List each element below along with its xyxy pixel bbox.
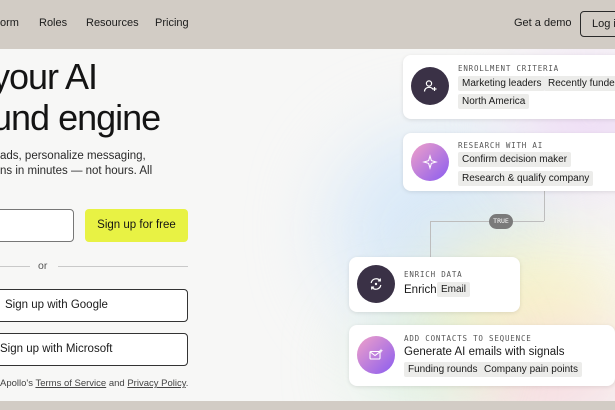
subheadline-line-1: ads, personalize messaging, [0, 150, 146, 162]
chip-company-pain-points: Company pain points [480, 362, 582, 377]
terms-notice: Apollo's Terms of Service and Privacy Po… [0, 378, 188, 389]
chip-marketing-leaders: Marketing leaders [458, 76, 546, 91]
privacy-policy-link[interactable]: Privacy Policy [127, 378, 185, 389]
chip-confirm-decision-maker: Confirm decision maker [458, 152, 572, 167]
chip-recently-funded: Recently funded [544, 76, 615, 91]
mail-sparkle-icon [357, 336, 395, 374]
sparkle-icon [411, 143, 449, 181]
google-signup-button[interactable]: Sign up with Google [0, 289, 188, 322]
connector-vertical [544, 189, 545, 221]
terms-suffix: . [185, 378, 189, 389]
research-card: RESEARCH WITH AI Confirm decision maker … [403, 133, 615, 191]
chip-funding-rounds: Funding rounds [404, 362, 482, 377]
terms-and: and [108, 378, 125, 389]
research-title: RESEARCH WITH AI [458, 141, 544, 150]
or-divider-left [0, 266, 30, 267]
login-button[interactable]: Log in [580, 11, 615, 37]
get-demo-link[interactable]: Get a demo [514, 17, 571, 29]
enrich-text: Enrich [404, 284, 437, 296]
sequence-title: ADD CONTACTS TO SEQUENCE [404, 334, 532, 343]
nav-item-roles[interactable]: Roles [39, 17, 67, 29]
chip-north-america: North America [458, 94, 530, 109]
headline-line-1: your AI [0, 56, 98, 97]
nav-item-platform[interactable]: orm [0, 17, 19, 29]
enrich-data-card: ENRICH DATA Enrich Email [349, 257, 520, 312]
terms-prefix: Apollo's [0, 378, 33, 389]
terms-of-service-link[interactable]: Terms of Service [35, 378, 106, 389]
microsoft-signup-button[interactable]: Sign up with Microsoft [0, 333, 188, 366]
chip-email: Email [437, 282, 471, 297]
or-divider-right [58, 266, 188, 267]
bottom-strip [0, 401, 615, 410]
enrich-title: ENRICH DATA [404, 270, 463, 279]
connector-right [513, 221, 544, 222]
nav-item-pricing[interactable]: Pricing [155, 17, 189, 29]
email-input[interactable] [0, 209, 74, 242]
or-label: or [38, 260, 48, 272]
headline-line-2: und engine [0, 97, 161, 138]
true-badge: TRUE [489, 214, 513, 229]
connector-down [430, 221, 431, 257]
enrollment-criteria-card: ENROLLMENT CRITERIA Marketing leaders Re… [403, 55, 615, 119]
top-nav: orm Roles Resources Pricing Get a demo L… [0, 0, 615, 49]
subheadline-line-2: ns in minutes — not hours. All [0, 165, 153, 177]
sequence-text: Generate AI emails with signals [404, 346, 565, 358]
signup-free-button[interactable]: Sign up for free [85, 209, 188, 242]
connector-left [430, 221, 490, 222]
add-to-sequence-card: ADD CONTACTS TO SEQUENCE Generate AI ema… [349, 325, 615, 386]
nav-item-resources[interactable]: Resources [86, 17, 139, 29]
enrollment-title: ENROLLMENT CRITERIA [458, 64, 559, 73]
chip-research-qualify: Research & qualify company [458, 171, 594, 186]
refresh-sync-icon [357, 265, 395, 303]
user-plus-sparkle-icon [411, 67, 449, 105]
